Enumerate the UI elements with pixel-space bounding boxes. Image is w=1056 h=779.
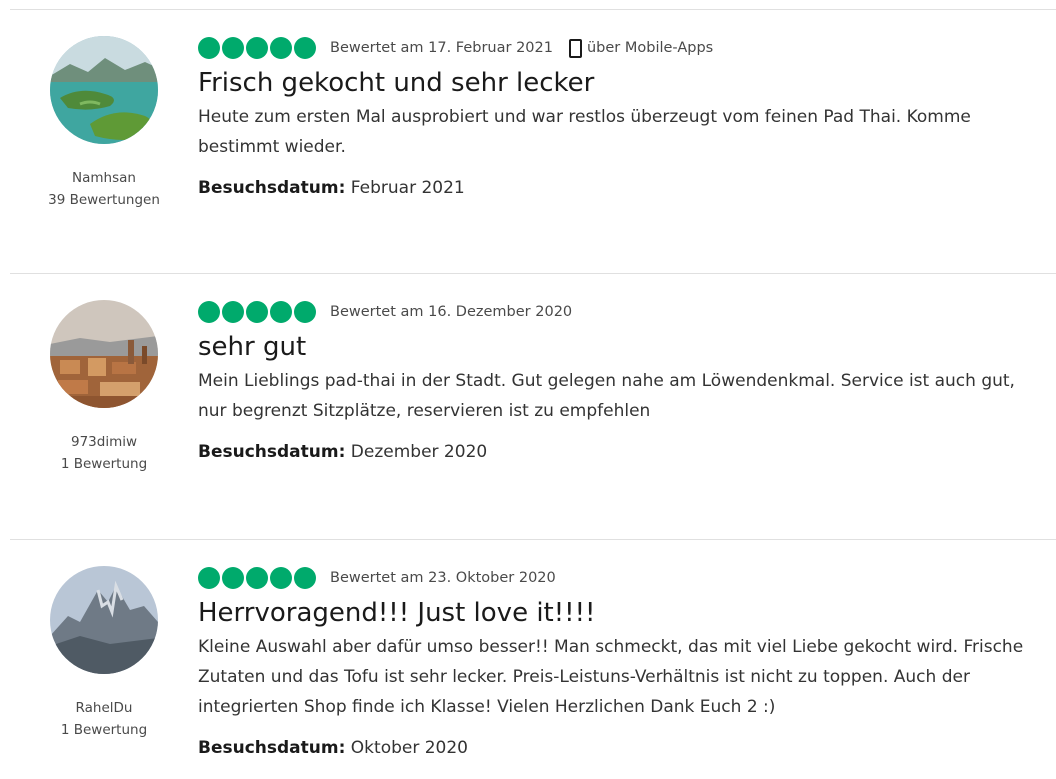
rating-bubble-icon [222,567,244,589]
rating-bubble-icon [294,301,316,323]
rating-bubble-icon [246,567,268,589]
visit-date-value: Oktober 2020 [350,738,468,758]
review-text: Kleine Auswahl aber dafür umso besser!! … [198,637,1024,717]
rating-bubble-icon [198,37,220,59]
contribution-count: 1 Bewertung [60,456,148,472]
avatar[interactable] [50,566,158,674]
review-text: Heute zum ersten Mal ausprobiert und war… [198,107,971,157]
visit-date-label: Besuchsdatum: [198,442,346,462]
visit-date-label: Besuchsdatum: [198,738,346,758]
username[interactable]: Namhsan [10,167,198,189]
rating-bubble-icon [222,301,244,323]
avatar[interactable] [50,36,158,144]
rating-bubbles [198,301,316,323]
review-card: 973dimiw 1 Bewertung Bewertet am 16. Dez… [10,273,1056,540]
review-text: Mein Lieblings pad-thai in der Stadt. Gu… [198,371,1015,421]
rating-bubble-icon [270,567,292,589]
rating-bubble-icon [198,567,220,589]
visit-date-value: Februar 2021 [350,178,465,198]
via-mobile: über Mobile-Apps [568,38,714,58]
rating-bubble-icon [246,301,268,323]
rating-bubbles [198,567,316,589]
review-date: Bewertet am 16. Dezember 2020 [330,304,573,320]
visit-date: Besuchsdatum: Dezember 2020 [198,440,1048,464]
rating-bubble-icon [270,301,292,323]
rating-bubbles [198,37,316,59]
review-date: Bewertet am 23. Oktober 2020 [330,570,556,586]
visit-date-label: Besuchsdatum: [198,178,346,198]
contribution-count: 39 Bewertungen [48,192,160,208]
visit-date: Besuchsdatum: Oktober 2020 [198,736,1048,760]
username[interactable]: RahelDu [10,697,198,719]
review-title[interactable]: Herrvoragend!!! Just love it!!!! [198,596,1048,630]
rating-bubble-icon [246,37,268,59]
review-title[interactable]: sehr gut [198,330,1048,364]
username[interactable]: 973dimiw [10,431,198,453]
mobile-phone-icon [568,38,582,58]
avatar[interactable] [50,300,158,408]
review-card: Namhsan 39 Bewertungen Bewertet am 17. F… [10,9,1056,274]
rating-bubble-icon [270,37,292,59]
review-title[interactable]: Frisch gekocht und sehr lecker [198,66,1048,100]
review-date: Bewertet am 17. Februar 2021 [330,40,553,56]
rating-bubble-icon [294,37,316,59]
rating-bubble-icon [198,301,220,323]
review-card: RahelDu 1 Bewertung Bewertet am 23. Okto… [10,539,1056,779]
visit-date: Besuchsdatum: Februar 2021 [198,176,1048,200]
visit-date-value: Dezember 2020 [350,442,488,462]
rating-bubble-icon [294,567,316,589]
rating-bubble-icon [222,37,244,59]
via-label: über Mobile-Apps [586,40,714,56]
contribution-count: 1 Bewertung [60,722,148,738]
